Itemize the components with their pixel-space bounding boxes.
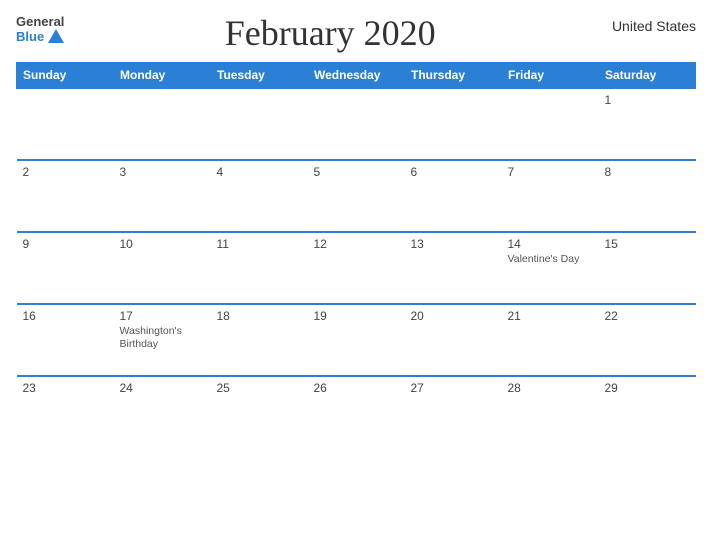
- header-sunday: Sunday: [17, 62, 114, 88]
- day-number: 11: [217, 237, 302, 251]
- day-number: 17: [120, 309, 205, 323]
- week-row-4: 23 24 25 26 27 28 29: [17, 376, 696, 448]
- day-cell: [211, 88, 308, 160]
- week-row-3: 16 17 Washington's Birthday 18 19 20 21 22: [17, 304, 696, 376]
- day-cell: [17, 88, 114, 160]
- day-cell: [114, 88, 211, 160]
- calendar-page: General Blue February 2020 United States…: [0, 0, 712, 550]
- day-number: 20: [411, 309, 496, 323]
- day-number: 26: [314, 381, 399, 395]
- day-number: 14: [508, 237, 593, 251]
- day-number: 9: [23, 237, 108, 251]
- day-cell: 25: [211, 376, 308, 448]
- logo-blue-text: Blue: [16, 29, 44, 44]
- day-cell: 18: [211, 304, 308, 376]
- calendar-table: Sunday Monday Tuesday Wednesday Thursday…: [16, 62, 696, 448]
- day-number: 8: [605, 165, 690, 179]
- day-number: 22: [605, 309, 690, 323]
- day-cell: 27: [405, 376, 502, 448]
- day-number: 4: [217, 165, 302, 179]
- day-number: 10: [120, 237, 205, 251]
- day-cell: 21: [502, 304, 599, 376]
- header-wednesday: Wednesday: [308, 62, 405, 88]
- week-row-0: 1: [17, 88, 696, 160]
- day-number: 1: [605, 93, 690, 107]
- day-number: 28: [508, 381, 593, 395]
- day-number: 21: [508, 309, 593, 323]
- day-number: 2: [23, 165, 108, 179]
- day-number: 27: [411, 381, 496, 395]
- day-cell: 23: [17, 376, 114, 448]
- day-cell: 2: [17, 160, 114, 232]
- day-number: 18: [217, 309, 302, 323]
- day-number: 3: [120, 165, 205, 179]
- day-cell: 9: [17, 232, 114, 304]
- day-cell: [405, 88, 502, 160]
- day-number: 25: [217, 381, 302, 395]
- header-thursday: Thursday: [405, 62, 502, 88]
- day-cell: 13: [405, 232, 502, 304]
- day-number: 7: [508, 165, 593, 179]
- day-number: 5: [314, 165, 399, 179]
- day-cell: 8: [599, 160, 696, 232]
- logo: General Blue: [16, 14, 64, 44]
- day-number: 15: [605, 237, 690, 251]
- day-cell: 28: [502, 376, 599, 448]
- day-number: 16: [23, 309, 108, 323]
- day-number: 13: [411, 237, 496, 251]
- day-number: 23: [23, 381, 108, 395]
- day-cell: 5: [308, 160, 405, 232]
- day-cell: 20: [405, 304, 502, 376]
- day-header-row: Sunday Monday Tuesday Wednesday Thursday…: [17, 62, 696, 88]
- day-cell: 1: [599, 88, 696, 160]
- day-cell: 17 Washington's Birthday: [114, 304, 211, 376]
- week-row-1: 2345678: [17, 160, 696, 232]
- day-number: 6: [411, 165, 496, 179]
- header-monday: Monday: [114, 62, 211, 88]
- day-cell: 24: [114, 376, 211, 448]
- day-cell: 15: [599, 232, 696, 304]
- logo-triangle-icon: [48, 29, 64, 43]
- day-number: 24: [120, 381, 205, 395]
- day-cell: 26: [308, 376, 405, 448]
- day-cell: 4: [211, 160, 308, 232]
- day-cell: 16: [17, 304, 114, 376]
- logo-general-text: General: [16, 14, 64, 29]
- day-number: 29: [605, 381, 690, 395]
- header-saturday: Saturday: [599, 62, 696, 88]
- header-tuesday: Tuesday: [211, 62, 308, 88]
- day-cell: 14 Valentine's Day: [502, 232, 599, 304]
- day-cell: 22: [599, 304, 696, 376]
- event-label: Washington's Birthday: [120, 325, 205, 352]
- day-cell: 6: [405, 160, 502, 232]
- day-cell: 29: [599, 376, 696, 448]
- day-cell: 10: [114, 232, 211, 304]
- day-cell: [308, 88, 405, 160]
- day-cell: 12: [308, 232, 405, 304]
- calendar-title-block: February 2020: [64, 14, 596, 54]
- day-cell: 11: [211, 232, 308, 304]
- event-label: Valentine's Day: [508, 253, 593, 267]
- week-row-2: 9 10 11 12 13 14 Valentine's Day 15: [17, 232, 696, 304]
- day-cell: [502, 88, 599, 160]
- country-label: United States: [596, 14, 696, 34]
- header-friday: Friday: [502, 62, 599, 88]
- calendar-title: February 2020: [64, 14, 596, 54]
- day-cell: 19: [308, 304, 405, 376]
- header: General Blue February 2020 United States: [16, 14, 696, 54]
- day-number: 12: [314, 237, 399, 251]
- day-number: 19: [314, 309, 399, 323]
- day-cell: 7: [502, 160, 599, 232]
- day-cell: 3: [114, 160, 211, 232]
